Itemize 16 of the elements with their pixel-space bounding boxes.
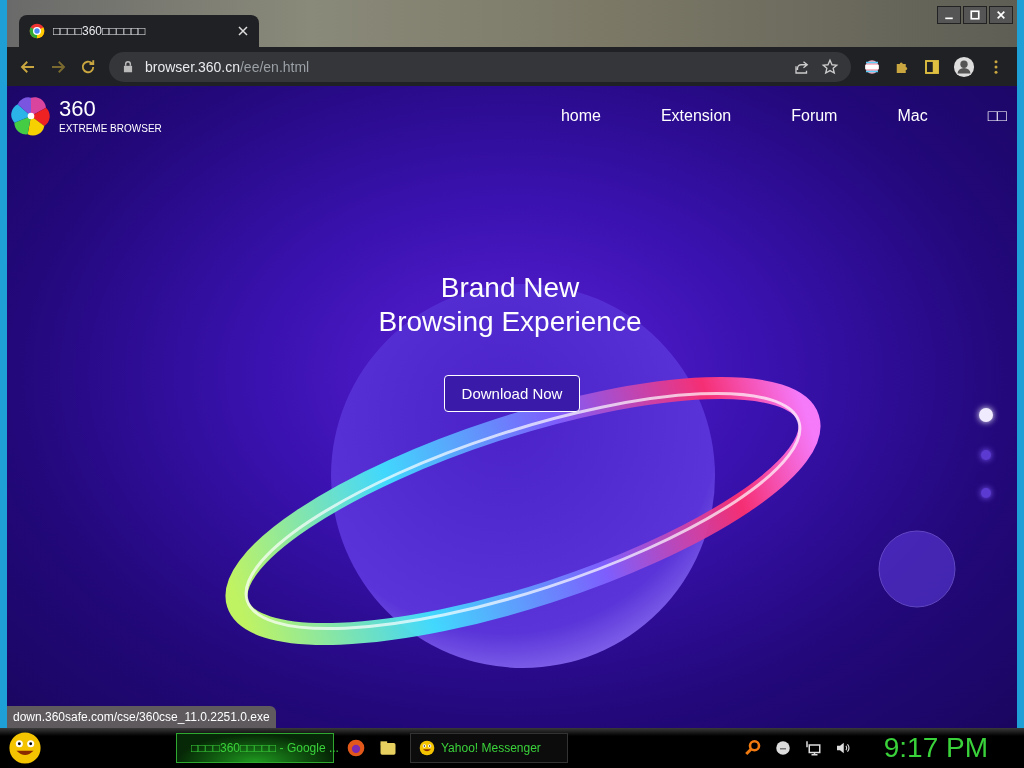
nav-link[interactable]: home bbox=[530, 107, 631, 125]
status-url: down.360safe.com/cse/360cse_11.0.2251.0.exe bbox=[7, 706, 276, 728]
taskbar-task[interactable]: Yahoo! Messenger bbox=[410, 733, 568, 763]
nav-link[interactable]: Forum bbox=[761, 107, 868, 125]
download-button[interactable]: Download Now bbox=[443, 375, 581, 412]
nav-link[interactable]: Mac bbox=[867, 107, 958, 125]
browser-tab[interactable]: □□□□360□□□□□□ bbox=[19, 15, 259, 47]
tab-title: □□□□360□□□□□□ bbox=[53, 24, 147, 38]
nav-link[interactable]: □□ bbox=[957, 107, 1007, 125]
nav-link[interactable]: Extension bbox=[630, 107, 762, 125]
logo-tagline: EXTREME BROWSER bbox=[59, 123, 162, 134]
hero-title: Brand New Browsing Experience bbox=[378, 271, 642, 339]
clock: 9:17 PM bbox=[883, 732, 988, 764]
address-url: browser.360.cn/ee/en.html bbox=[145, 58, 311, 75]
logo-number: 360 bbox=[59, 98, 97, 120]
address-bar[interactable]: browser.360.cn/ee/en.html bbox=[109, 51, 851, 82]
